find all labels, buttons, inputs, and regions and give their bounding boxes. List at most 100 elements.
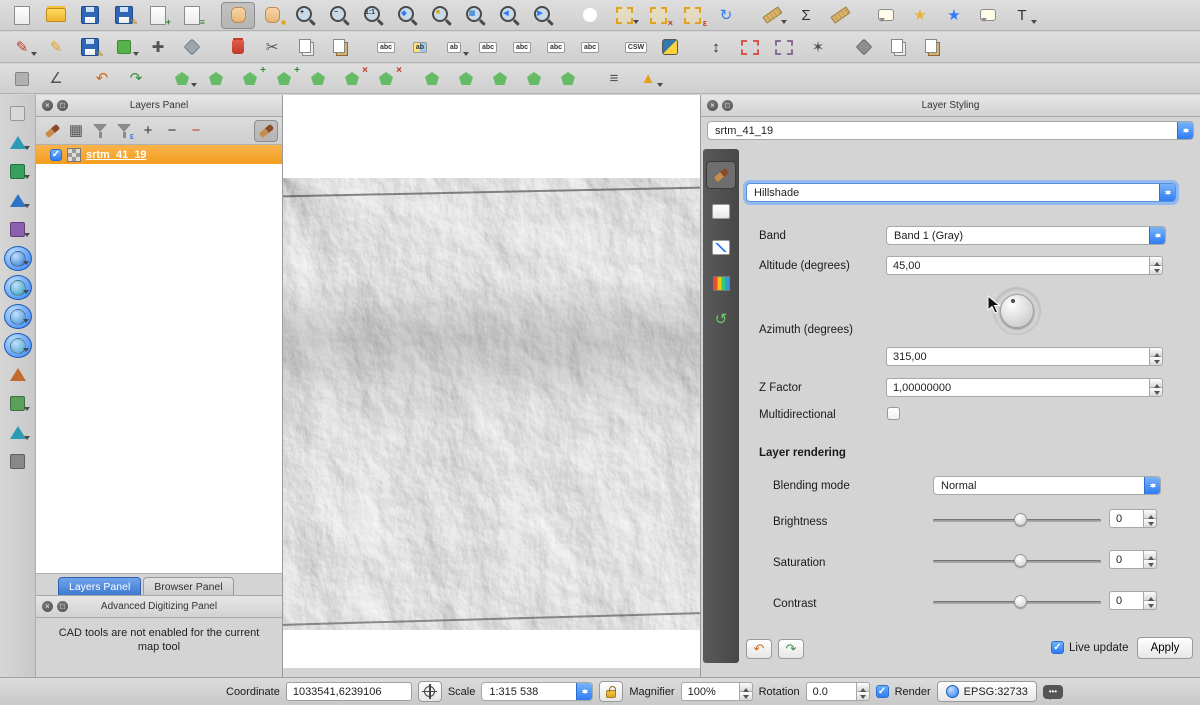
- crs-status-button[interactable]: EPSG:32733: [937, 681, 1037, 702]
- render-checkbox[interactable]: ✓: [876, 685, 889, 698]
- combo-spinner-icon[interactable]: [576, 683, 592, 700]
- scale-combo[interactable]: 1:315 538: [481, 682, 593, 701]
- add-delimited-text-icon[interactable]: [4, 217, 32, 242]
- pan-map-icon[interactable]: [221, 2, 255, 29]
- altitude-spinbox[interactable]: 45,00: [886, 256, 1163, 275]
- csw-icon[interactable]: CSW: [619, 34, 653, 61]
- add-postgis-layer-icon[interactable]: [4, 275, 32, 300]
- save-project-as-icon[interactable]: ✎: [107, 2, 141, 29]
- composer-manager-icon[interactable]: ≡: [175, 2, 209, 29]
- label-abc-icon[interactable]: abc: [369, 34, 403, 61]
- spinner-arrows-icon[interactable]: [1143, 591, 1157, 610]
- map-navigation-rail-icon[interactable]: [4, 101, 32, 126]
- slider-knob[interactable]: [1014, 595, 1027, 608]
- split-features-icon[interactable]: [483, 65, 517, 92]
- zoom-in-icon[interactable]: +: [289, 2, 323, 29]
- remove-layer-icon[interactable]: −: [184, 120, 208, 142]
- add-vector-layer-icon[interactable]: [4, 130, 32, 155]
- label-pin-icon[interactable]: abc: [539, 34, 573, 61]
- undock-panel-icon[interactable]: □: [57, 601, 68, 612]
- processing-icon[interactable]: [653, 34, 687, 61]
- slider-knob[interactable]: [1014, 513, 1027, 526]
- spinner-arrows-icon[interactable]: [739, 682, 753, 701]
- toggle-editing-icon[interactable]: ✎: [39, 34, 73, 61]
- new-composer-icon[interactable]: +: [141, 2, 175, 29]
- layer-row-srtm[interactable]: ✓ srtm_41_19: [36, 145, 282, 164]
- add-part-icon[interactable]: +: [267, 65, 301, 92]
- filter-by-expression-icon[interactable]: ε: [112, 120, 136, 142]
- multidirectional-checkbox[interactable]: ✓: [887, 407, 900, 420]
- measure-area-icon[interactable]: [823, 2, 857, 29]
- styling-panel-toggle-icon[interactable]: [254, 120, 278, 142]
- brightness-slider[interactable]: [933, 512, 1101, 528]
- layer-tools-icon[interactable]: [4, 449, 32, 474]
- new-bookmark-icon[interactable]: ★: [903, 2, 937, 29]
- slider-knob[interactable]: [1014, 554, 1027, 567]
- layer-copy-style-icon[interactable]: [881, 34, 915, 61]
- add-wfs-layer-icon[interactable]: [4, 362, 32, 387]
- current-edits-icon[interactable]: ✎: [5, 34, 39, 61]
- history-tab-icon[interactable]: ↺: [706, 305, 736, 333]
- show-bookmarks-icon[interactable]: ★: [937, 2, 971, 29]
- open-layer-styling-icon[interactable]: [40, 120, 64, 142]
- merge-features-icon[interactable]: [551, 65, 585, 92]
- rotation-spinbox[interactable]: 0.0: [806, 682, 870, 701]
- zoom-to-selection-icon[interactable]: ■: [425, 2, 459, 29]
- add-spatialite-layer-icon[interactable]: [4, 246, 32, 271]
- tab-browser-panel[interactable]: Browser Panel: [143, 577, 233, 595]
- snapping-options-icon[interactable]: ≡: [597, 65, 631, 92]
- tab-layers-panel[interactable]: Layers Panel: [58, 577, 141, 595]
- filter-legend-icon[interactable]: [88, 120, 112, 142]
- add-ring-icon[interactable]: +: [233, 65, 267, 92]
- map-tool-icon[interactable]: [847, 34, 881, 61]
- spinner-arrows-icon[interactable]: [1149, 256, 1163, 275]
- layer-labeling-icon[interactable]: ab: [403, 34, 437, 61]
- add-mesh-layer-icon[interactable]: [4, 188, 32, 213]
- brightness-spinbox[interactable]: 0: [1109, 509, 1157, 528]
- delete-part-icon[interactable]: ×: [369, 65, 403, 92]
- move-feature-icon[interactable]: ✚: [141, 34, 175, 61]
- spinner-arrows-icon[interactable]: [1149, 347, 1163, 366]
- azimuth-spinbox[interactable]: 315,00: [886, 347, 1163, 366]
- save-project-icon[interactable]: [73, 2, 107, 29]
- messages-button[interactable]: •••: [1043, 685, 1063, 699]
- close-panel-icon[interactable]: ×: [42, 601, 53, 612]
- north-arrow-icon[interactable]: ↕: [699, 34, 733, 61]
- deselect-features-icon[interactable]: ×: [641, 2, 675, 29]
- transparency-tab-icon[interactable]: [706, 197, 736, 225]
- scale-lock-button[interactable]: [599, 681, 623, 702]
- coordinate-input[interactable]: 1033541,6239106: [286, 682, 412, 701]
- contrast-spinbox[interactable]: 0: [1109, 591, 1157, 610]
- statistics-icon[interactable]: Σ: [789, 2, 823, 29]
- styling-layer-selector[interactable]: srtm_41_19: [707, 121, 1194, 140]
- add-group-icon[interactable]: ▦: [64, 120, 88, 142]
- pan-to-selection-icon[interactable]: ■: [255, 2, 289, 29]
- zoom-to-layer-icon[interactable]: ▦: [459, 2, 493, 29]
- rotate-feature-icon[interactable]: [165, 65, 199, 92]
- identify-features-icon[interactable]: i: [573, 2, 607, 29]
- undo-icon[interactable]: ↶: [85, 65, 119, 92]
- split-parts-icon[interactable]: [517, 65, 551, 92]
- layer-visibility-checkbox[interactable]: ✓: [50, 149, 62, 161]
- simplify-feature-icon[interactable]: [199, 65, 233, 92]
- save-layer-edits-icon[interactable]: ✎: [73, 34, 107, 61]
- expand-all-icon[interactable]: +: [136, 120, 160, 142]
- select-by-expression-icon[interactable]: ε: [675, 2, 709, 29]
- copy-features-icon[interactable]: [289, 34, 323, 61]
- paste-features-icon[interactable]: [323, 34, 357, 61]
- map-tips-icon[interactable]: [869, 2, 903, 29]
- cad-construction-icon[interactable]: ∠: [39, 65, 73, 92]
- zoom-full-icon[interactable]: ◆: [391, 2, 425, 29]
- renderer-combo[interactable]: Hillshade: [746, 183, 1176, 202]
- delete-ring-icon[interactable]: ×: [335, 65, 369, 92]
- colors-tab-icon[interactable]: [706, 269, 736, 297]
- histogram-tab-icon[interactable]: [706, 233, 736, 261]
- close-panel-icon[interactable]: ×: [707, 100, 718, 111]
- spinner-arrows-icon[interactable]: [1143, 509, 1157, 528]
- spinner-arrows-icon[interactable]: [856, 682, 870, 701]
- label-rotate-icon[interactable]: abc: [505, 34, 539, 61]
- node-tool-icon[interactable]: [175, 34, 209, 61]
- style-redo-button[interactable]: ↷: [778, 639, 804, 659]
- extent-rectangle-icon[interactable]: [733, 34, 767, 61]
- add-wms-layer-icon[interactable]: [4, 304, 32, 329]
